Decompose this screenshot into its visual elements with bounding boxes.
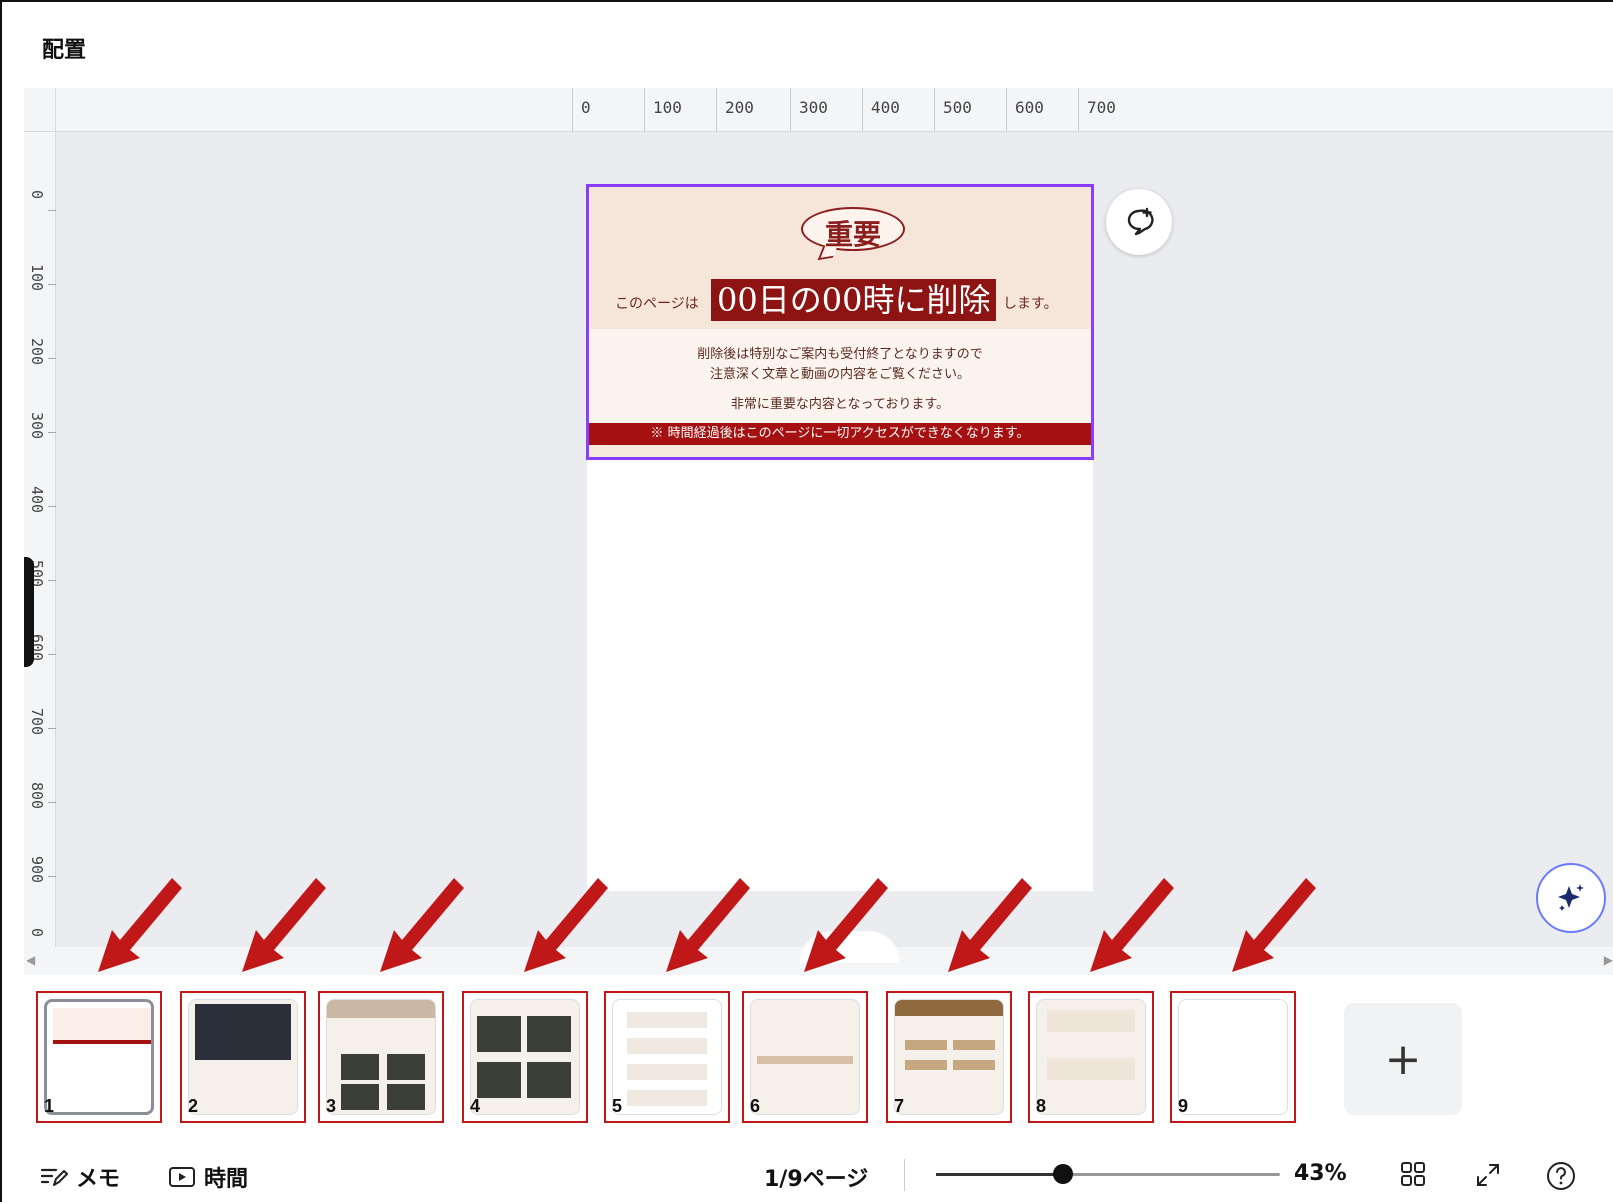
divider [904,1159,905,1191]
ruler-tick: 700 [1078,88,1116,132]
fullscreen-icon [1477,1164,1499,1186]
grid-view-icon [1401,1162,1425,1186]
timer-button[interactable]: 時間 [168,1161,248,1193]
side-panel-handle[interactable] [24,557,34,667]
thumbnail-preview [44,999,154,1115]
comment-add-icon [1127,207,1154,236]
page-number: 7 [894,1096,905,1116]
scroll-left-icon[interactable]: ◀ [26,953,35,967]
add-page-button[interactable]: + [1344,1003,1462,1115]
ruler-tick: 0 [572,88,591,132]
page-thumbnail-2[interactable]: 2 [180,991,306,1123]
page-thumbnail-1[interactable]: 1 [36,991,162,1123]
thumbnail-preview [188,999,298,1115]
page-thumbnail-7[interactable]: 7 [886,991,1012,1123]
bubble-label: 重要 [824,218,881,251]
status-bar: メモ 時間 1/9ページ 43% [24,1145,1613,1202]
body-text-line: 削除後は特別なご案内も受付終了となりますので [697,347,983,362]
annotation-arrow [1232,878,1316,972]
scroll-right-icon[interactable]: ▶ [1604,953,1613,967]
fullscreen-button[interactable] [1474,1161,1502,1189]
page-number: 6 [750,1096,761,1116]
help-icon [1547,1162,1575,1190]
thumbnail-preview [612,999,722,1115]
ruler-tick: 200 [716,88,754,132]
annotation-arrow [242,878,326,972]
page-number: 4 [470,1096,481,1116]
selected-element[interactable]: 重要 このページは 00日の00時に削除 します。 削除後は特別なご案内も受付終… [586,184,1094,460]
page-number: 1 [44,1096,55,1116]
headline-suffix: します。 [1003,296,1058,312]
page-thumbnail-5[interactable]: 5 [604,991,730,1123]
page-thumbnail-3[interactable]: 3 [318,991,444,1123]
body-text-line: 注意深く文章と動画の内容をご覧ください。 [709,367,970,382]
magic-sparkle-icon [1558,884,1584,911]
add-comment-button[interactable] [1106,189,1172,255]
zoom-slider[interactable] [936,1164,1280,1184]
page-number: 5 [612,1096,623,1116]
ruler-tick: 400 [862,88,900,132]
timer-label: 時間 [204,1167,249,1192]
vertical-ruler: 0 100 200 300 400 500 600 700 800 900 0 [24,132,56,949]
page-thumbnail-6[interactable]: 6 [742,991,868,1123]
page-thumbnail-4[interactable]: 4 [462,991,588,1123]
help-button[interactable] [1546,1161,1576,1191]
grid-view-button[interactable] [1400,1161,1426,1187]
thumbnail-preview [1178,999,1288,1115]
body-text-line: 非常に重要な内容となっております。 [730,397,950,412]
page-indicator: 1/9ページ [764,1167,869,1192]
page-number: 2 [188,1096,199,1116]
app-frame: 配置 0 100 200 300 400 500 600 700 0 100 2… [0,0,1613,1202]
magic-assistant-button[interactable] [1536,863,1606,933]
page-number: 8 [1036,1096,1047,1116]
memo-label: メモ [76,1167,121,1192]
notice-body: 削除後は特別なご案内も受付終了となりますので 注意深く文章と動画の内容をご覧くだ… [589,329,1091,423]
headline-row: このページは 00日の00時に削除 します。 [589,279,1091,323]
page-number: 3 [326,1096,337,1116]
ruler-tick: 500 [934,88,972,132]
ruler-tick: 300 [790,88,828,132]
zoom-slider-fill [936,1173,1064,1176]
annotation-arrow [948,878,1032,972]
annotation-arrow [380,878,464,972]
panel-title: 配置 [42,38,87,63]
page-thumbnail-9[interactable]: 9 [1170,991,1296,1123]
headline-prefix: このページは [615,296,699,312]
ruler-tick: 100 [644,88,682,132]
zoom-slider-handle[interactable] [1053,1164,1074,1184]
annotation-arrow [524,878,608,972]
ruler-tick: 600 [1006,88,1044,132]
annotation-arrow [804,878,888,972]
horizontal-ruler: 0 100 200 300 400 500 600 700 [24,88,1613,132]
thumbnail-preview [1036,999,1146,1115]
thumbnail-preview [326,999,436,1115]
page-number: 9 [1178,1096,1189,1116]
memo-icon [40,1168,68,1186]
memo-button[interactable]: メモ [40,1161,120,1193]
thumbnail-preview [470,999,580,1115]
thumbnail-preview [894,999,1004,1115]
page-thumbnail-8[interactable]: 8 [1028,991,1154,1123]
annotation-arrow [98,878,182,972]
timer-icon [169,1167,195,1187]
title-bar: 配置 [24,4,1613,88]
thumbnail-preview [750,999,860,1115]
annotation-arrow [666,878,750,972]
page-thumbnails: 1 2 3 4 5 6 7 8 9 + [24,975,1613,1145]
annotation-arrow [1090,878,1174,972]
zoom-percentage[interactable]: 43% [1294,1161,1347,1186]
headline-main: 00日の00時に削除 [711,279,997,321]
warning-banner: ※ 時間経過後はこのページに一切アクセスができなくなります。 [589,423,1091,445]
ruler-corner [24,88,56,132]
